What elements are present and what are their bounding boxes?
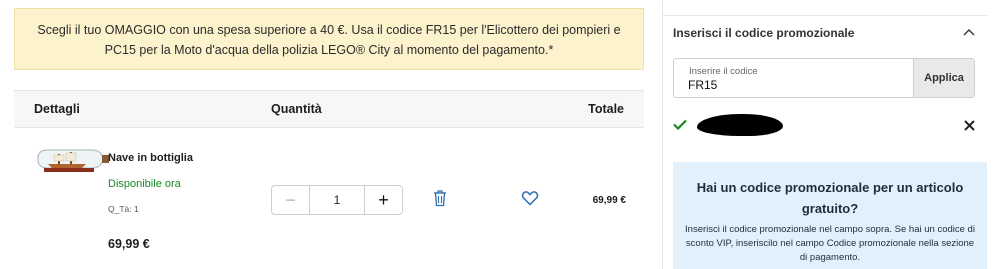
trash-icon[interactable] (432, 189, 448, 207)
quantity-summary: Q_Tà: 1 (108, 204, 139, 214)
info-heading: Hai un codice promozionale per un artico… (696, 180, 964, 216)
increase-quantity-button[interactable]: + (365, 186, 402, 214)
product-price: 69,99 € (108, 237, 150, 251)
close-icon[interactable] (964, 120, 975, 131)
quantity-stepper: − 1 + (271, 185, 403, 215)
promo-banner-line-1: Scegli il tuo OMAGGIO con una spesa supe… (37, 23, 621, 37)
product-name[interactable]: Nave in bottiglia (108, 152, 193, 164)
promo-banner-line-2: PC15 per la Moto d'acqua della polizia L… (104, 43, 554, 57)
promo-code-field: Inserire il codice Applica (673, 58, 975, 98)
ship-in-bottle-image[interactable] (34, 140, 110, 180)
promo-code-input[interactable] (688, 78, 898, 92)
redacted-code-text (697, 114, 783, 136)
header-total: Totale (588, 102, 624, 116)
promo-code-label: Inserire il codice (689, 66, 758, 77)
promo-banner: Scegli il tuo OMAGGIO con una spesa supe… (14, 8, 644, 70)
cart-panel: Scegli il tuo OMAGGIO con una spesa supe… (14, 0, 646, 269)
check-icon (673, 119, 687, 130)
availability-status: Disponibile ora (108, 178, 181, 190)
promo-code-title: Inserisci il codice promozionale (673, 26, 855, 40)
quantity-value[interactable]: 1 (309, 186, 365, 214)
heart-icon[interactable] (521, 190, 539, 206)
header-details: Dettagli (34, 102, 80, 116)
cart-table-header: Dettagli Quantità Totale (14, 90, 644, 128)
promo-panel: Inserisci il codice promozionale Inserir… (662, 0, 1000, 269)
header-quantity: Quantità (271, 102, 322, 116)
free-item-info-box: Hai un codice promozionale per un artico… (673, 162, 987, 269)
promo-code-header[interactable]: Inserisci il codice promozionale (663, 15, 987, 49)
decrease-quantity-button[interactable]: − (272, 186, 309, 214)
apply-button[interactable]: Applica (913, 59, 974, 97)
line-total: 69,99 € (592, 195, 626, 206)
info-text: Inserisci il codice promozionale nel cam… (685, 224, 975, 263)
chevron-up-icon[interactable] (963, 28, 975, 36)
